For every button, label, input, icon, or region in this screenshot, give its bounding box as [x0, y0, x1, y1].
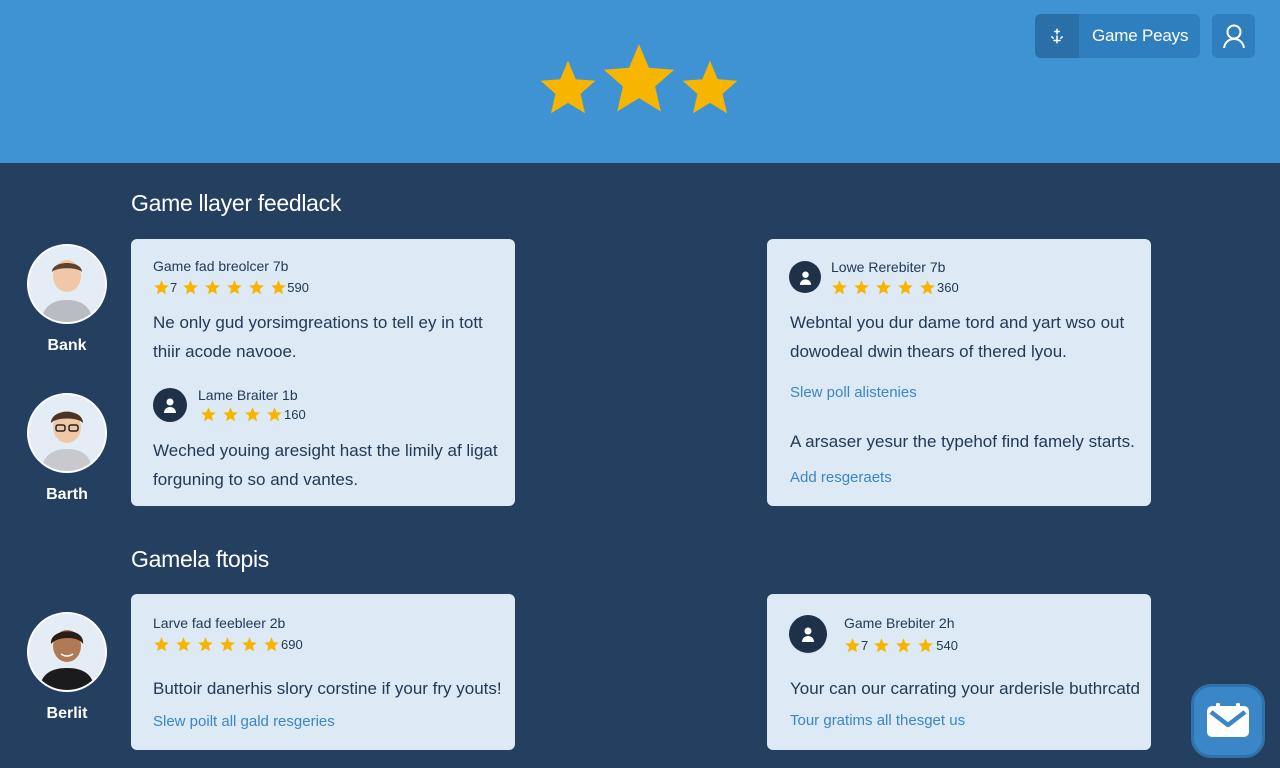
- game-plays-button[interactable]: Game Peays: [1035, 14, 1200, 58]
- reviewer-avatar[interactable]: [789, 615, 827, 653]
- view-all-link[interactable]: Tour gratims all thesget us: [790, 712, 965, 729]
- user-profile-button[interactable]: [1212, 14, 1255, 58]
- star-icon: [898, 280, 913, 295]
- user-icon: [1222, 24, 1245, 49]
- rating-prefix: 7: [861, 638, 869, 653]
- messages-fab-button[interactable]: [1191, 684, 1265, 758]
- reply-name: Lame Braiter 1b: [198, 387, 298, 403]
- add-response-link[interactable]: Add resgeraets: [790, 469, 892, 486]
- rating-stars: 360: [831, 279, 959, 296]
- review-text-line: Weched youing aresight hast the limily a…: [153, 441, 498, 460]
- reviewer-name: Game Brebiter 2h: [844, 615, 955, 631]
- star-icon: [198, 637, 213, 652]
- star-icon: [267, 407, 282, 422]
- star-icon: [176, 637, 191, 652]
- star-icon: [205, 280, 221, 295]
- star-icon: [874, 638, 890, 653]
- feedback-card: Lowe Rerebiter 7b 360 Webntal you dur da…: [767, 239, 1151, 506]
- reviewer-avatar-berlit[interactable]: Berlit: [27, 612, 107, 723]
- rating-count: 540: [936, 638, 958, 653]
- star-icon: [201, 407, 216, 422]
- review-text: Your can our carrating your arderisle bu…: [790, 679, 1140, 698]
- review-text: Webntal you dur dame tord and yart wso o…: [790, 308, 1140, 366]
- reviewer-name: Lowe Rerebiter 7b: [831, 259, 946, 275]
- reviewer-name: Game fad breolcer 7b: [153, 258, 289, 274]
- rating-count: 590: [287, 280, 309, 295]
- review-text-line: Ne only gud yorsimgreations to tell ey i…: [153, 313, 483, 332]
- review-text-line: forguning to so and vantes.: [153, 470, 359, 489]
- show-all-replies-link[interactable]: Slew poll alistenies: [790, 384, 917, 401]
- star-icon: [896, 638, 912, 653]
- star-icon: [918, 638, 934, 653]
- star-icon: [223, 407, 238, 422]
- review-text: Ne only gud yorsimgreations to tell ey i…: [153, 308, 503, 366]
- feedback-card: Larve fad feebleer 2b 690 Buttoir danerh…: [131, 594, 515, 750]
- person-icon: [802, 627, 814, 642]
- sparkle-icon: [1035, 14, 1079, 58]
- star-icon: [154, 637, 169, 652]
- star-icon: [227, 280, 243, 295]
- avatar: [27, 612, 107, 692]
- hero-rating-stars: [536, 38, 742, 120]
- star-icon: [245, 407, 260, 422]
- review-text-line: thiir acode navooe.: [153, 342, 297, 361]
- star-icon: [183, 280, 199, 295]
- feedback-card: Game fad breolcer 7b 7 590 Ne only gud y…: [131, 239, 515, 506]
- reviewer-name: Larve fad feebleer 2b: [153, 615, 286, 631]
- reviewer-avatar[interactable]: [789, 261, 821, 293]
- star-icon: [220, 637, 235, 652]
- review-text-line: Webntal you dur dame tord and yart wso o…: [790, 313, 1125, 332]
- rating-stars: 690: [153, 636, 303, 653]
- avatar-name: Barth: [46, 486, 88, 503]
- star-icon: [876, 280, 891, 295]
- rating-prefix: 7: [170, 280, 178, 295]
- rating-count: 690: [281, 637, 303, 652]
- review-text: A arsaser yesur the typehof find famely …: [790, 432, 1135, 451]
- star-icon: [854, 280, 869, 295]
- avatar: [27, 244, 107, 324]
- feedback-card: Game Brebiter 2h 7 540 Your can our carr…: [767, 594, 1151, 750]
- section-title-topics: Gamela ftopis: [131, 546, 269, 572]
- avatar: [27, 393, 107, 473]
- avatar-name: Bank: [47, 337, 87, 354]
- game-plays-label: Game Peays: [1092, 26, 1189, 45]
- reviewer-avatar-bank[interactable]: Bank: [27, 244, 107, 355]
- reply-text: Weched youing aresight hast the limily a…: [153, 436, 503, 494]
- rating-stars: 7 590: [153, 279, 309, 296]
- reviewer-avatar-barth[interactable]: Barth: [27, 393, 107, 504]
- rating-count: 360: [937, 280, 959, 295]
- star-icon: [540, 60, 596, 114]
- star-icon: [845, 638, 860, 653]
- star-icon: [242, 637, 257, 652]
- star-icon: [264, 637, 279, 652]
- star-icon: [832, 280, 847, 295]
- review-text-line: dowodeal dwin thears of thered lyou.: [790, 342, 1067, 361]
- rating-count: 160: [284, 407, 306, 422]
- star-icon: [154, 280, 169, 295]
- star-icon: [271, 280, 287, 295]
- rating-stars: 7 540: [844, 637, 958, 654]
- reply-avatar[interactable]: [153, 388, 187, 422]
- mail-icon: [1207, 703, 1249, 737]
- reply-rating-stars: 160: [200, 406, 306, 423]
- avatar-name: Berlit: [46, 705, 88, 722]
- review-text: Buttoir danerhis slory corstine if your …: [153, 679, 502, 698]
- person-icon: [164, 398, 176, 413]
- star-icon: [920, 280, 935, 295]
- star-icon: [249, 280, 265, 295]
- star-icon: [682, 60, 738, 114]
- hero-banner: Game Peays: [0, 0, 1280, 163]
- show-all-replies-link[interactable]: Slew poilt all gald resgeries: [153, 713, 335, 730]
- star-icon: [603, 44, 675, 112]
- person-icon: [799, 270, 811, 285]
- section-title-feedback: Game llayer feedlack: [131, 190, 342, 216]
